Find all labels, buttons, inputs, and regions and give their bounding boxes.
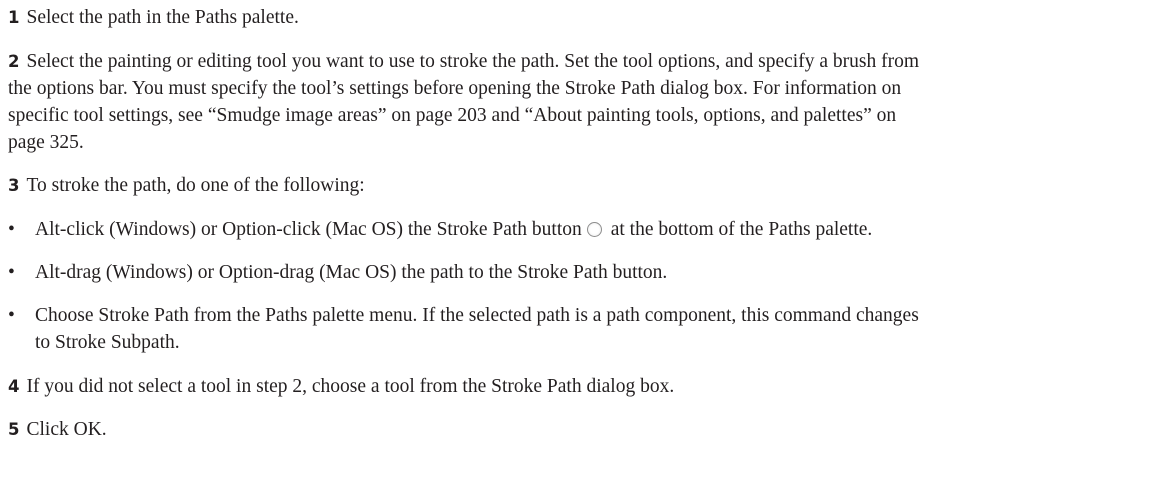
bullet-item: • Alt-click (Windows) or Option-click (M… (8, 216, 1163, 243)
step-number: 5 (8, 420, 20, 439)
step-line: page 325. (8, 132, 84, 153)
bullet-text: at the bottom of the Paths palette. (610, 219, 873, 240)
step-text: To stroke the path, do one of the follow… (26, 175, 365, 196)
step-text: Click OK. (26, 419, 107, 440)
bullet-text: Alt-click (Windows) or Option-click (Mac… (35, 219, 582, 240)
step-3: 3 To stroke the path, do one of the follo… (8, 172, 1163, 199)
step-text: Select the painting or editing tool you … (26, 51, 919, 72)
bullet-item: • Alt-drag (Windows) or Option-drag (Mac… (8, 259, 1163, 286)
step-number: 3 (8, 176, 20, 195)
step-line: 2 Select the painting or editing tool you… (8, 48, 1163, 75)
bullet-dot: • (8, 219, 15, 240)
step-text: Select the path in the Paths palette. (26, 7, 299, 28)
bullet-dot: • (8, 262, 15, 283)
step-1: 1 Select the path in the Paths palette. (8, 4, 1163, 31)
step-line: the options bar. You must specify the to… (8, 78, 902, 99)
step-2: 2 Select the painting or editing tool you… (8, 48, 1163, 156)
bullet-dot: • (8, 305, 15, 326)
step-4: 4 If you did not select a tool in step 2,… (8, 373, 1163, 400)
step-5: 5 Click OK. (8, 416, 1163, 443)
step-number: 1 (8, 8, 20, 27)
bullet-text: Alt-drag (Windows) or Option-drag (Mac O… (35, 262, 668, 283)
stroke-path-icon (586, 222, 602, 237)
step-number: 4 (8, 377, 20, 396)
bullet-line: to Stroke Subpath. (35, 332, 180, 353)
step-number: 2 (8, 52, 20, 71)
bullet-line: Choose Stroke Path from the Paths palett… (35, 305, 919, 326)
step-text: If you did not select a tool in step 2, … (26, 376, 675, 397)
bullet-item: • Choose Stroke Path from the Paths pale… (8, 302, 1163, 356)
step-line: specific tool settings, see “Smudge imag… (8, 105, 897, 126)
document-page: 1 Select the path in the Paths palette. 2… (0, 0, 1168, 481)
